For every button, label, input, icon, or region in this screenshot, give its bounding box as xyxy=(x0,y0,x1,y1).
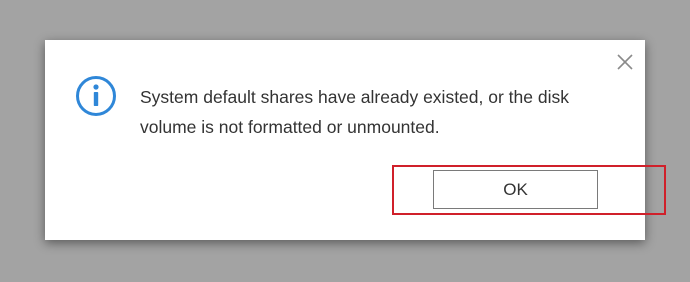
message-dialog: System default shares have already exist… xyxy=(45,40,645,240)
dialog-message: System default shares have already exist… xyxy=(140,87,569,137)
ok-button[interactable]: OK xyxy=(433,170,598,209)
close-icon[interactable] xyxy=(616,53,634,71)
info-icon xyxy=(75,75,117,117)
